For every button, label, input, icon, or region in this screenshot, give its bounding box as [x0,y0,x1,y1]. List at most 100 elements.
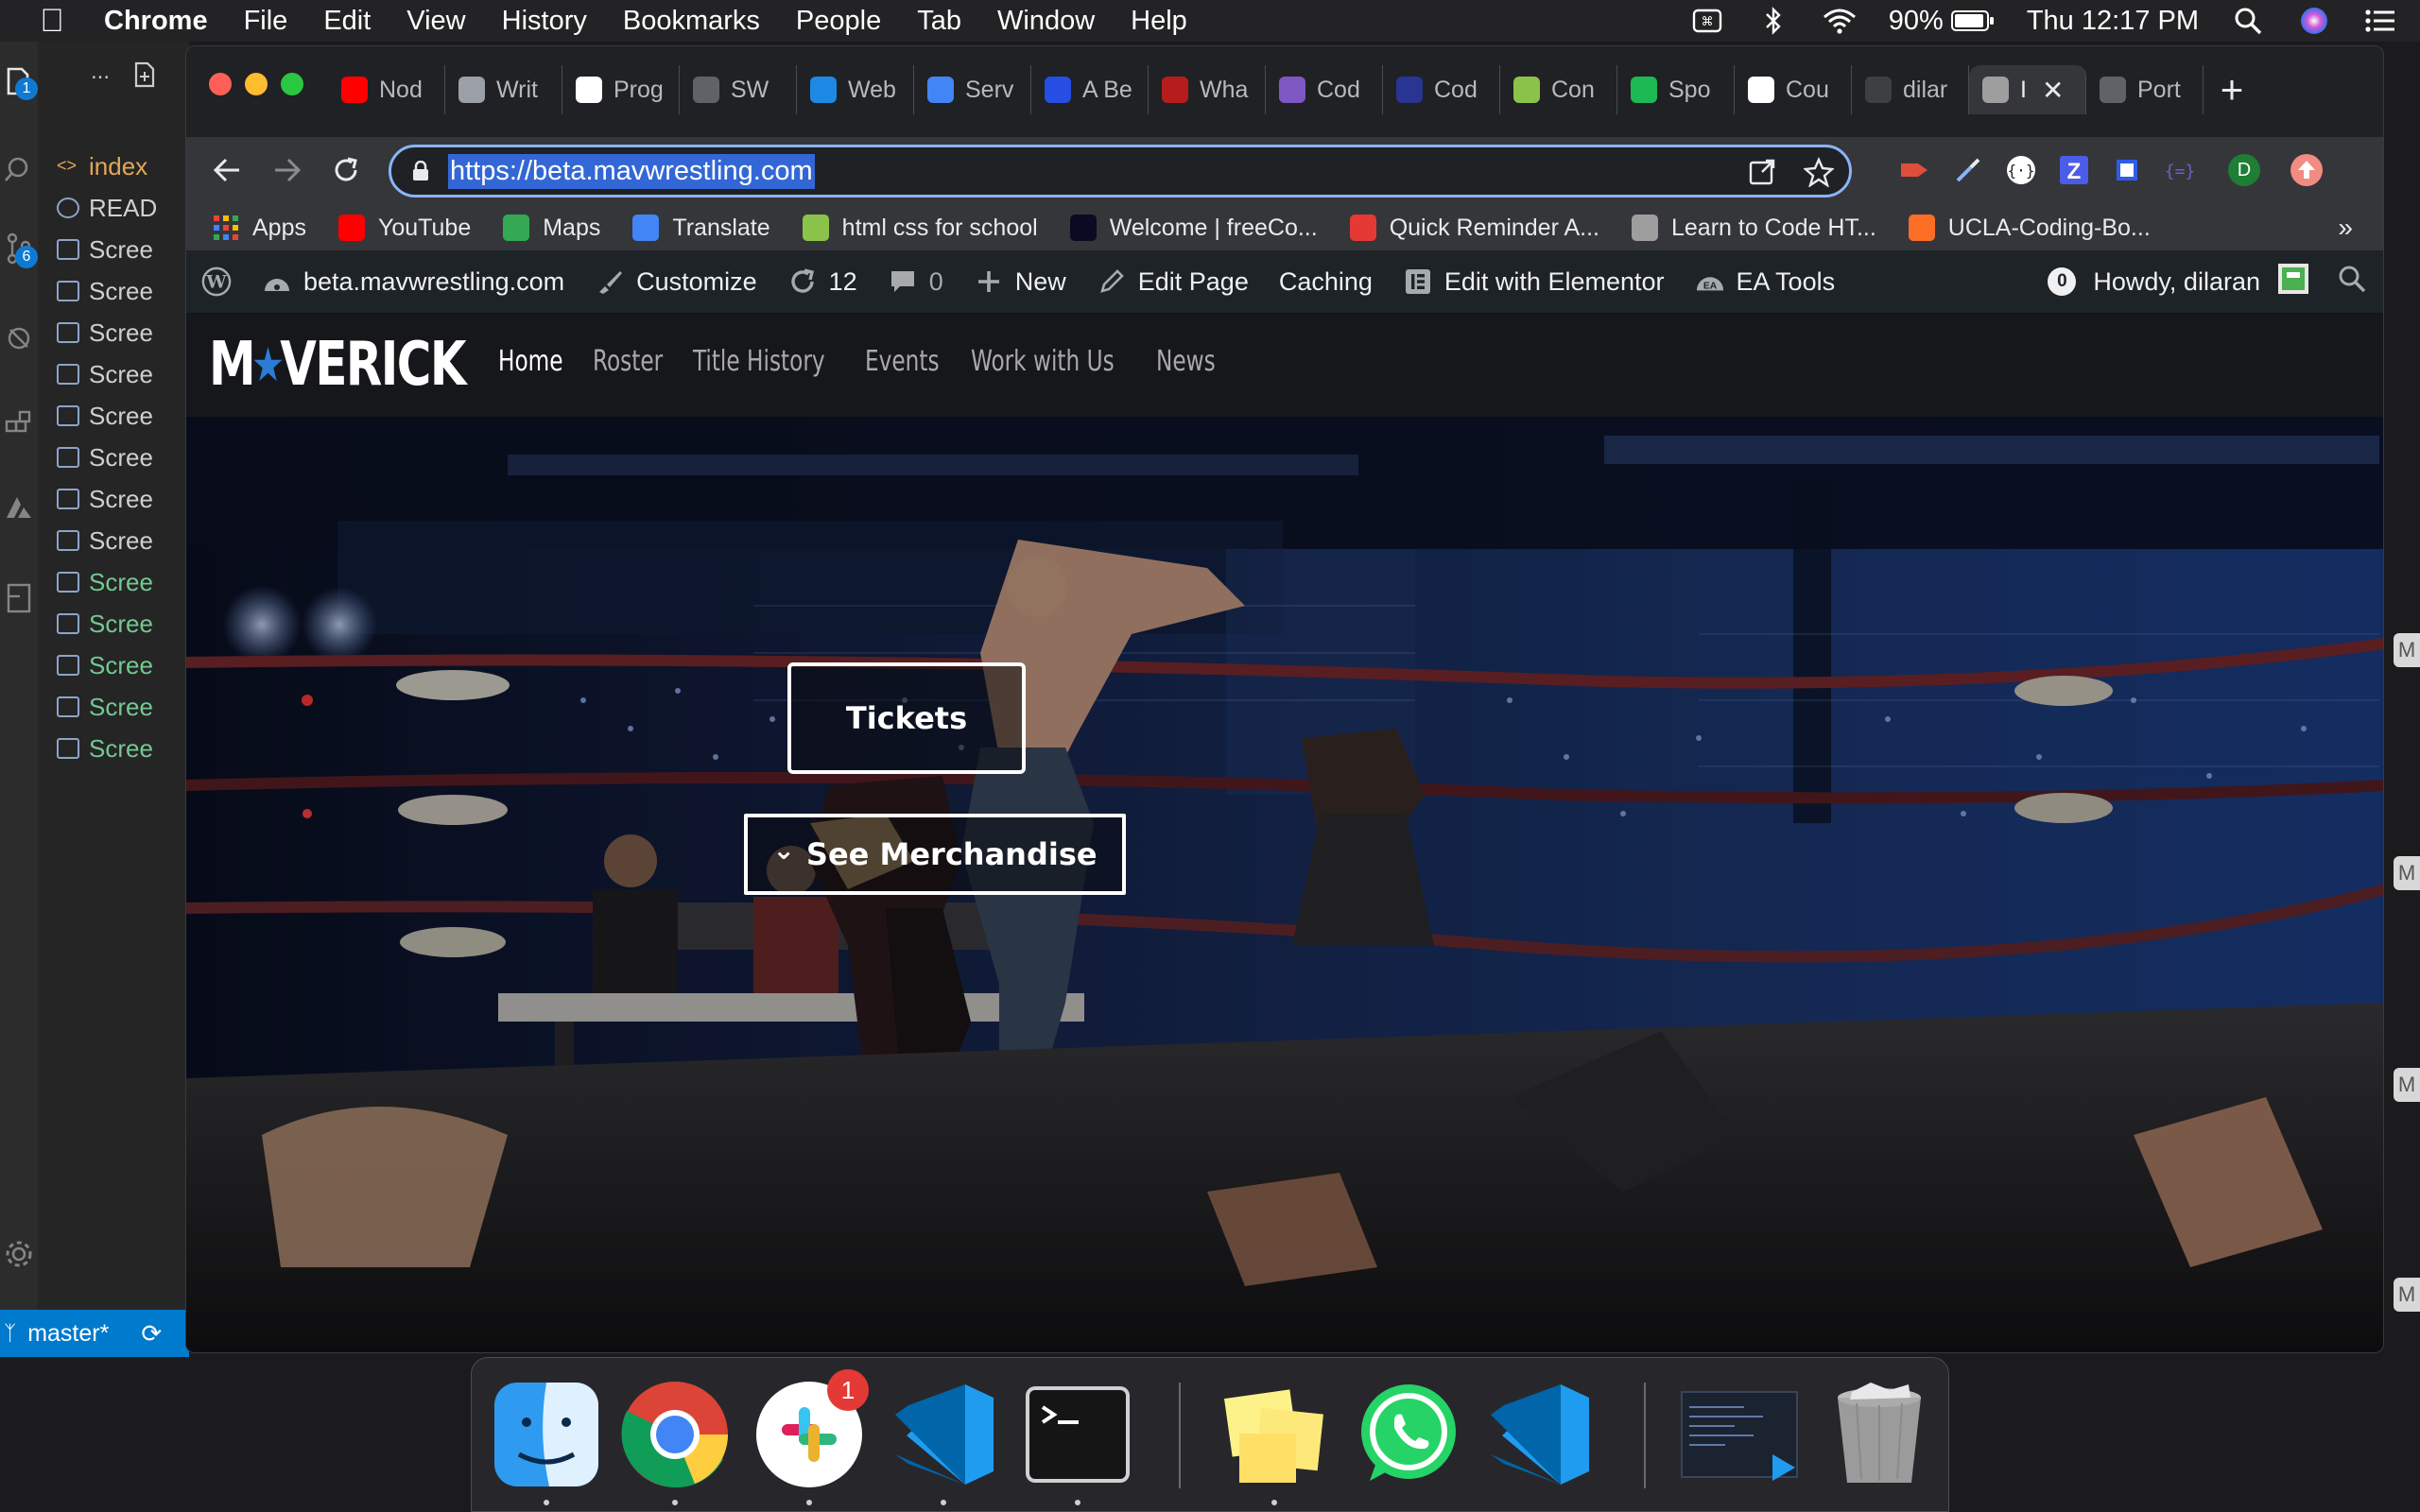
chrome-icon[interactable] [619,1379,731,1490]
explorer-file-item[interactable]: Scree [57,520,189,561]
explorer-file-item[interactable]: Scree [57,561,189,603]
bookmark-item[interactable]: Welcome | freeCo... [1069,215,1318,242]
reload-button[interactable] [324,148,368,192]
wp-ea-tools[interactable]: EA EA Tools [1680,266,1851,297]
address-bar[interactable]: https://beta.mavwrestling.com [389,145,1852,198]
address-bar-url[interactable]: https://beta.mavwrestling.com [448,153,815,189]
panel-layout-icon[interactable] [0,576,38,620]
debug-icon[interactable] [0,316,38,359]
edge-tab[interactable]: M [2394,1278,2420,1312]
profile-avatar[interactable]: D [2226,152,2262,188]
browser-tab[interactable]: Web [797,65,914,114]
keyboard-icon[interactable]: ⌘ [1690,7,1724,35]
search-icon[interactable] [0,147,38,191]
new-tab-button[interactable]: + [2204,65,2260,114]
explorer-file-item[interactable]: Scree [57,229,189,270]
browser-tab[interactable]: Spo [1617,65,1735,114]
vscode-icon[interactable] [888,1379,999,1490]
browser-tab[interactable]: Con [1500,65,1617,114]
more-bookmarks-chevron[interactable]: » [2338,213,2353,243]
wp-site-name[interactable]: beta.mavwrestling.com [247,266,579,297]
browser-tab[interactable]: Serv [914,65,1031,114]
close-window-button[interactable] [209,73,232,95]
browser-tab[interactable]: Cod [1266,65,1383,114]
explorer-file-item[interactable]: Scree [57,686,189,728]
edge-tab[interactable]: M [2394,633,2420,667]
lock-icon[interactable] [412,161,429,181]
explorer-file-item[interactable]: Scree [57,478,189,520]
extension-record-icon[interactable] [1897,152,1933,188]
menubar-clock[interactable]: Thu 12:17 PM [2027,6,2199,37]
back-button[interactable] [205,148,249,192]
browser-tab[interactable]: I ✕ [1969,65,2086,114]
menu-bookmarks[interactable]: Bookmarks [605,6,778,37]
wp-updates[interactable]: 12 [772,266,873,297]
extension-eyedropper-icon[interactable] [1950,152,1986,188]
browser-tab[interactable]: Writ [445,65,562,114]
extensions-icon[interactable] [0,403,38,446]
siri-icon[interactable] [2297,7,2331,35]
explorer-file-item[interactable]: Scree [57,270,189,312]
wp-caching[interactable]: Caching [1264,267,1388,297]
explorer-file-item[interactable]: READ [57,187,189,229]
explorer-file-item[interactable]: Scree [57,395,189,437]
explorer-more-actions[interactable]: ... [91,59,110,85]
explorer-file-item[interactable]: Scree [57,437,189,478]
menu-window[interactable]: Window [979,6,1113,37]
explorer-file-item[interactable]: Scree [57,603,189,644]
sync-icon[interactable]: ⟳ [141,1319,162,1349]
git-branch-label[interactable]: master* [27,1320,109,1348]
notification-center-icon[interactable] [2363,7,2397,35]
extension-json-icon[interactable]: {·} [2003,152,2039,188]
chrome-update-icon[interactable] [2289,152,2325,188]
bookmark-item[interactable]: html css for school [802,215,1038,242]
bookmark-item[interactable]: Apps [213,215,306,242]
explorer-file-item[interactable]: Scree [57,728,189,769]
screenshot-preview-icon[interactable] [1678,1379,1798,1490]
bluetooth-icon[interactable] [1756,7,1790,35]
forward-button[interactable] [266,148,309,192]
menu-tab[interactable]: Tab [899,6,979,37]
whatsapp-icon[interactable] [1353,1379,1464,1490]
open-in-app-icon[interactable] [1747,157,1777,187]
minimize-window-button[interactable] [245,73,268,95]
explorer-icon[interactable]: 1 [0,59,38,102]
nav-link-events[interactable]: Events [865,345,940,378]
menu-history[interactable]: History [484,6,605,37]
stickies-icon[interactable] [1219,1379,1330,1490]
wp-customize[interactable]: Customize [579,266,772,297]
tab-close-icon[interactable]: ✕ [2042,75,2064,106]
explorer-file-item[interactable]: <> index [57,146,189,187]
edge-tab[interactable]: M [2394,856,2420,890]
settings-gear-icon[interactable] [0,1232,38,1276]
wp-edit-page[interactable]: Edit Page [1081,266,1264,297]
browser-tab[interactable]: dilar [1852,65,1969,114]
edge-tab[interactable]: M [2394,1068,2420,1102]
menu-file[interactable]: File [226,6,306,37]
browser-tab[interactable]: Wha [1149,65,1266,114]
explorer-file-item[interactable]: Scree [57,353,189,395]
spotlight-search-icon[interactable] [2231,7,2265,35]
explorer-file-item[interactable]: Scree [57,312,189,353]
menu-edit[interactable]: Edit [305,6,389,37]
menu-app-name[interactable]: Chrome [104,6,226,37]
menu-people[interactable]: People [778,6,899,37]
azure-icon[interactable] [0,486,38,529]
apple-menu-icon[interactable]:  [0,3,104,40]
browser-tab[interactable]: A Be [1031,65,1149,114]
extension-regex-icon[interactable]: {=} [2162,152,2198,188]
maverick-logo[interactable]: M ★ VERICK [209,330,467,400]
wp-new-content[interactable]: New [959,266,1081,297]
wp-howdy-label[interactable]: Howdy, dilaran [2093,267,2260,297]
browser-tab[interactable]: Cou [1735,65,1852,114]
bookmark-item[interactable]: Quick Reminder A... [1349,215,1599,242]
wp-search-icon[interactable] [2338,265,2366,300]
browser-tab[interactable]: Prog [562,65,680,114]
extension-blue-square-icon[interactable] [2109,152,2145,188]
user-avatar[interactable] [2277,263,2309,301]
finder-icon[interactable] [491,1379,602,1490]
nav-link-news[interactable]: News [1156,345,1216,378]
browser-tab[interactable]: Nod [328,65,445,114]
explorer-file-item[interactable]: Scree [57,644,189,686]
vscode-insiders-icon[interactable] [1483,1379,1595,1490]
